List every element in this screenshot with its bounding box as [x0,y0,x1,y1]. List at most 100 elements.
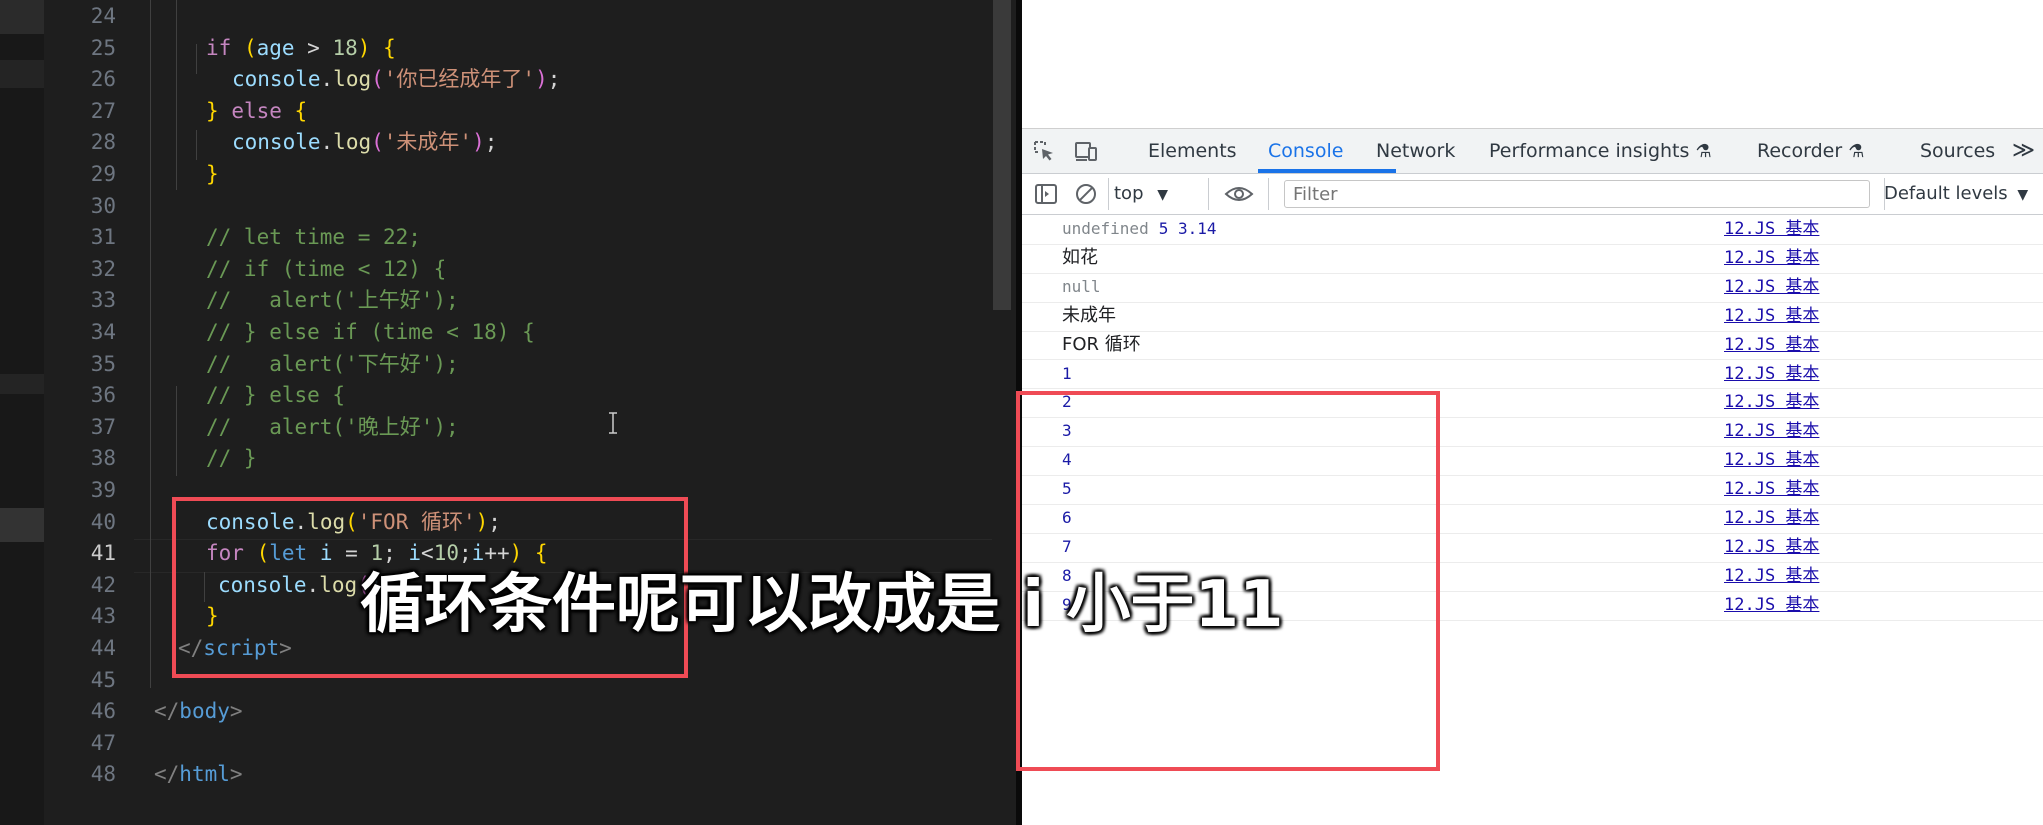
source-link[interactable]: 12.JS 基本 [1724,388,1819,417]
source-link[interactable]: 12.JS 基本 [1724,533,1819,562]
console-message-text: FOR 循环 [1062,333,1141,355]
source-link[interactable]: 12.JS 基本 [1724,215,1819,244]
line-number: 43 [90,604,116,629]
more-tabs-button[interactable]: ≫ [2012,129,2035,173]
sidebar-toggle-icon[interactable] [1034,182,1058,206]
code-line: // alert('下午好'); [206,351,459,376]
source-link[interactable]: 12.JS 基本 [1724,591,1819,620]
page-viewport[interactable] [1022,0,2043,129]
console-message-text: null [1062,276,1101,296]
code-line: } else { [206,98,308,123]
inspect-element-icon[interactable] [1032,139,1056,163]
clear-console-icon[interactable] [1074,182,1098,206]
line-number: 47 [90,730,116,755]
line-number: 42 [90,572,116,597]
devtools-tabbar: Elements Console Network Performance ins… [1022,129,2043,174]
code-line: // alert('上午好'); [206,288,459,313]
log-levels-dropdown[interactable]: Default levels ▼ [1884,174,2028,214]
line-number: 48 [90,762,116,787]
activity-bar [0,0,44,825]
line-number: 44 [90,636,116,660]
line-number: 41 [90,541,116,566]
tab-performance-insights[interactable]: Performance insights ⚗ [1489,129,1712,173]
tab-network[interactable]: Network [1376,129,1455,173]
line-number: 45 [90,667,116,692]
tab-sources[interactable]: Sources [1920,129,1995,173]
tab-recorder-label: Recorder [1757,140,1843,162]
tab-elements[interactable]: Elements [1148,129,1237,173]
editor-scrollbar[interactable] [993,0,1011,310]
source-link[interactable]: 12.JS 基本 [1724,417,1819,446]
dropdown-arrow-icon: ▼ [2017,187,2029,203]
flask-icon: ⚗ [1695,141,1712,162]
console-message-row: FOR 循环 12.JS 基本 [1022,331,2043,361]
line-number: 35 [90,351,116,376]
code-editor[interactable]: 24 25 26 27 28 29 30 31 32 33 34 35 36 37 38 39 40 41 42 43… [0,0,1016,825]
line-number: 29 [90,162,116,186]
code-line: // alert('晚上好'); [206,414,459,439]
activity-item[interactable] [0,60,44,88]
source-link[interactable]: 12.JS 基本 [1724,273,1819,302]
activity-item[interactable] [0,0,44,34]
filter-input[interactable] [1284,180,1870,208]
toolbar-divider [1108,178,1109,210]
console-message-row: null 12.JS 基本 [1022,273,2043,303]
line-number: 30 [90,193,116,218]
activity-item[interactable] [0,374,44,394]
code-content[interactable]: if (age > 18) { console.log('你已经成年了'); } e… [134,0,996,825]
code-line: // } else { [206,383,346,408]
line-number: 31 [90,225,116,250]
dropdown-arrow-icon: ▼ [1157,187,1169,203]
console-message-row: undefined 5 3.14 12.JS 基本 [1022,215,2043,245]
line-number: 24 [90,4,116,28]
code-line: </body> [154,699,243,724]
line-number: 46 [90,699,116,724]
line-number: 28 [90,130,116,155]
source-link[interactable]: 12.JS 基本 [1724,302,1819,331]
toolbar-divider [1268,178,1269,210]
code-line: console.log('未成年'); [232,130,498,155]
device-toolbar-icon[interactable] [1074,139,1098,163]
live-expression-eye-icon[interactable] [1224,182,1254,206]
code-line: </html> [154,762,243,787]
console-message-text: 1 [1062,363,1072,383]
console-message-text: 如花 [1062,246,1098,268]
source-link[interactable]: 12.JS 基本 [1724,331,1819,360]
text-cursor-icon [609,412,617,434]
code-line: } [206,162,219,186]
line-number: 33 [90,288,116,313]
line-number: 34 [90,320,116,344]
tab-performance-label: Performance insights [1489,140,1690,162]
source-link[interactable]: 12.JS 基本 [1724,475,1819,504]
code-line: console.log('你已经成年了'); [232,67,561,92]
source-link[interactable]: 12.JS 基本 [1724,244,1819,273]
line-number: 37 [90,414,116,439]
line-number: 27 [90,98,116,123]
console-message-row: 如花 12.JS 基本 [1022,244,2043,274]
video-subtitle: 循环条件呢可以改成是 i 小于11 [360,568,1284,642]
code-line: if (age > 18) { [206,35,396,60]
source-link[interactable]: 12.JS 基本 [1724,446,1819,475]
console-message-text: 未成年 [1062,304,1116,326]
source-link[interactable]: 12.JS 基本 [1724,562,1819,591]
console-message-row: 未成年 12.JS 基本 [1022,302,2043,332]
flask-icon: ⚗ [1848,141,1865,162]
log-levels-label: Default levels [1884,183,2008,204]
activity-item-active[interactable] [0,508,44,542]
source-link[interactable]: 12.JS 基本 [1724,504,1819,533]
tab-console[interactable]: Console [1268,129,1343,173]
code-line: // } else if (time < 18) { [206,320,535,344]
source-link[interactable]: 12.JS 基本 [1724,360,1819,389]
line-number-gutter: 24 25 26 27 28 29 30 31 32 33 34 35 36 37 38 39 40 41 42 43… [44,0,134,825]
tab-recorder[interactable]: Recorder ⚗ [1757,129,1864,173]
line-number: 25 [90,35,116,60]
line-number: 36 [90,383,116,408]
line-number: 39 [90,478,116,502]
console-message-row: 1 12.JS 基本 [1022,360,2043,390]
code-line: // if (time < 12) { [206,256,447,281]
line-number: 40 [90,509,116,534]
console-message-text: undefined 5 3.14 [1062,219,1217,238]
line-number: 26 [90,67,116,92]
line-number: 32 [90,256,116,281]
context-selector[interactable]: top ▼ [1114,174,1168,214]
